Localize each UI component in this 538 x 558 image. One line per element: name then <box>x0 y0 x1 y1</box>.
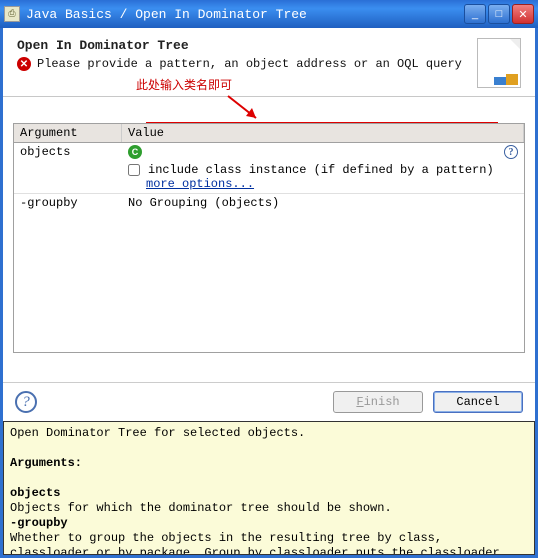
error-icon: ✕ <box>17 57 31 71</box>
wizard-icon <box>477 38 521 88</box>
help-groupby-desc: Whether to group the objects in the resu… <box>10 531 500 555</box>
arg-name-objects: objects <box>14 143 122 161</box>
annotation-arrow-icon <box>226 94 266 124</box>
class-marker-icon: C <box>128 145 142 159</box>
table-row: -groupby No Grouping (objects) <box>14 194 524 212</box>
help-objects-heading: objects <box>10 486 60 500</box>
table-header-row: Argument Value <box>14 124 524 143</box>
col-header-argument: Argument <box>14 124 122 142</box>
minimize-icon[interactable]: _ <box>464 4 486 24</box>
app-icon: ⎙ <box>4 6 20 22</box>
arguments-table: Argument Value objects C ? include class… <box>13 123 525 353</box>
dialog-body: Open In Dominator Tree ✕ Please provide … <box>0 28 538 558</box>
button-bar: ? FFinishinish Cancel <box>3 382 535 421</box>
include-class-instance-label: include class instance (if defined by a … <box>148 163 494 177</box>
more-options-link[interactable]: more options... <box>146 177 518 191</box>
error-text: Please provide a pattern, an object addr… <box>37 57 462 71</box>
close-icon[interactable]: ✕ <box>512 4 534 24</box>
finish-button[interactable]: FFinishinish <box>333 391 423 413</box>
titlebar: ⎙ Java Basics / Open In Dominator Tree _… <box>0 0 538 28</box>
maximize-icon[interactable]: □ <box>488 4 510 24</box>
help-line-intro: Open Dominator Tree for selected objects… <box>10 426 528 441</box>
arg-value-groupby[interactable]: No Grouping (objects) <box>122 194 524 212</box>
arg-name-groupby: -groupby <box>14 194 122 212</box>
window-buttons: _ □ ✕ <box>464 4 534 24</box>
include-class-instance-checkbox[interactable] <box>128 164 140 176</box>
help-arguments-heading: Arguments: <box>10 456 82 470</box>
window-title: Java Basics / Open In Dominator Tree <box>26 7 464 22</box>
page-title: Open In Dominator Tree <box>17 38 477 53</box>
field-help-icon[interactable]: ? <box>504 145 518 159</box>
cancel-button[interactable]: Cancel <box>433 391 523 413</box>
help-panel: Open Dominator Tree for selected objects… <box>3 421 535 555</box>
help-groupby-heading: -groupby <box>10 516 68 530</box>
error-message: ✕ Please provide a pattern, an object ad… <box>17 57 477 71</box>
help-icon[interactable]: ? <box>15 391 37 413</box>
table-row: objects C ? include class instance (if d… <box>14 143 524 194</box>
dialog-header: Open In Dominator Tree ✕ Please provide … <box>3 28 535 97</box>
help-objects-desc: Objects for which the dominator tree sho… <box>10 501 392 515</box>
col-header-value: Value <box>122 124 524 142</box>
